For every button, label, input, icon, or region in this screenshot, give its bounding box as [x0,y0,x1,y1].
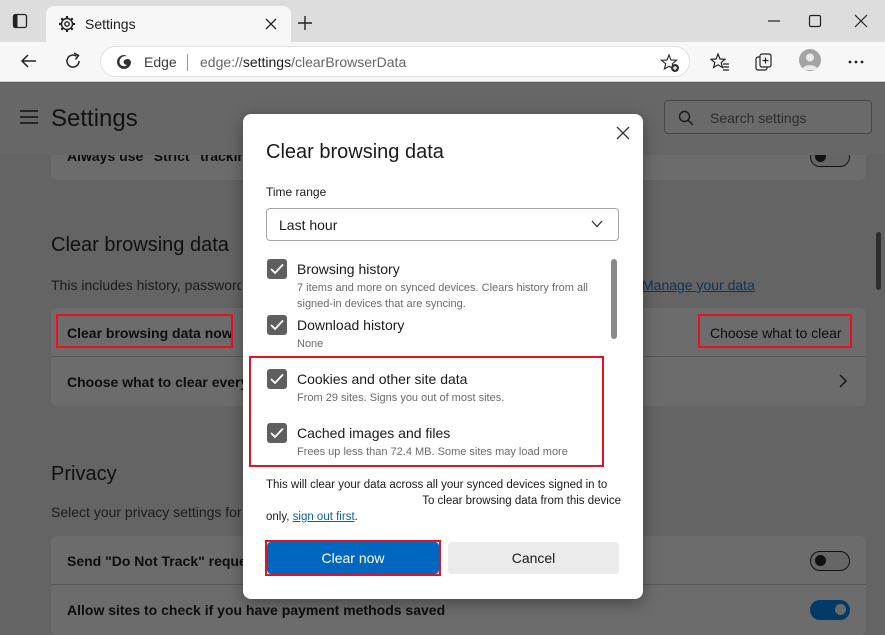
edge-logo-icon [116,54,132,70]
dialog-scrollbar[interactable] [611,259,617,339]
close-window-icon[interactable] [854,14,868,28]
sync-note-line-1: This will clear your data across all you… [266,477,621,493]
profile-avatar[interactable] [799,49,821,71]
download-history-checkbox[interactable] [267,315,287,335]
payment-methods-label: Allow sites to check if you have payment… [67,602,445,618]
highlight-choose-button [698,314,852,348]
strict-tracking-toggle[interactable] [810,155,850,167]
download-history-label: Download history [297,317,404,333]
time-range-select[interactable]: Last hour [266,208,619,241]
edge-label: Edge [144,54,177,70]
add-favorite-icon[interactable] [660,53,680,73]
sync-note: This will clear your data across all you… [266,477,621,525]
browsing-history-desc-1: 7 items and more on synced devices. Clea… [297,280,588,296]
tab-settings[interactable]: Settings [46,6,291,42]
page-title: Settings [51,105,138,133]
url-text[interactable]: edge://settings/clearBrowserData [200,54,406,70]
browser-toolbar: Edge edge://settings/clearBrowserData [0,42,885,82]
gear-icon [58,15,76,33]
clear-browsing-data-dialog: Clear browsing data Time range Last hour… [243,114,643,599]
maximize-icon[interactable] [808,14,822,28]
sync-note-suffix: . [355,511,358,523]
back-arrow-icon[interactable] [19,51,39,71]
cancel-button[interactable]: Cancel [448,542,619,574]
checkmark-icon [270,319,284,331]
close-icon[interactable] [616,126,630,140]
highlight-clear-now [56,314,233,348]
search-settings-input[interactable]: Search settings [664,100,872,134]
do-not-track-label: Send "Do Not Track" requests [67,553,244,569]
manage-data-link[interactable]: Manage your data [642,277,755,293]
privacy-description: Select your privacy settings for Microso… [51,504,241,520]
refresh-icon[interactable] [63,51,83,71]
checkmark-icon [270,263,284,275]
clear-section-title: Clear browsing data [51,234,229,257]
tab-actions-icon[interactable] [12,13,28,29]
chevron-right-icon[interactable] [838,374,848,388]
address-separator [187,54,188,71]
clear-section-description: This includes history, passwords, cookie… [51,277,241,293]
browsing-history-label: Browsing history [297,261,400,277]
tab-title: Settings [85,16,136,32]
search-icon [678,110,694,126]
search-placeholder: Search settings [710,110,807,126]
chevron-down-icon [591,220,603,228]
more-menu-icon[interactable] [846,52,866,72]
download-history-desc: None [297,336,323,352]
highlight-cookies-cache [249,356,604,467]
payment-methods-toggle[interactable] [810,600,850,620]
sign-out-link[interactable]: sign out first [293,511,355,523]
minimize-icon[interactable] [767,14,781,28]
sync-note-prefix: only, [266,511,293,523]
collections-icon[interactable] [754,52,774,72]
address-bar[interactable]: Edge edge://settings/clearBrowserData [100,46,690,77]
browsing-history-desc-2: signed-in devices that are syncing. [297,296,466,312]
profile-icon [799,49,821,71]
choose-every-time-label[interactable]: Choose what to clear every time you clos… [67,374,243,390]
privacy-section-title: Privacy [51,463,117,486]
tab-bar: Settings [0,0,885,42]
dialog-title: Clear browsing data [266,141,444,164]
do-not-track-toggle[interactable] [810,551,850,571]
page-scrollbar[interactable] [876,232,881,290]
browsing-history-checkbox[interactable] [267,259,287,279]
sync-note-line-2: To clear browsing data from this device [266,493,621,509]
close-tab-icon[interactable] [265,18,277,30]
time-range-label: Time range [266,185,326,199]
highlight-clear-now-button [265,540,441,576]
new-tab-icon[interactable] [297,15,313,31]
time-range-value: Last hour [279,217,337,233]
hamburger-menu-icon[interactable] [20,110,38,124]
favorites-icon[interactable] [710,52,730,72]
